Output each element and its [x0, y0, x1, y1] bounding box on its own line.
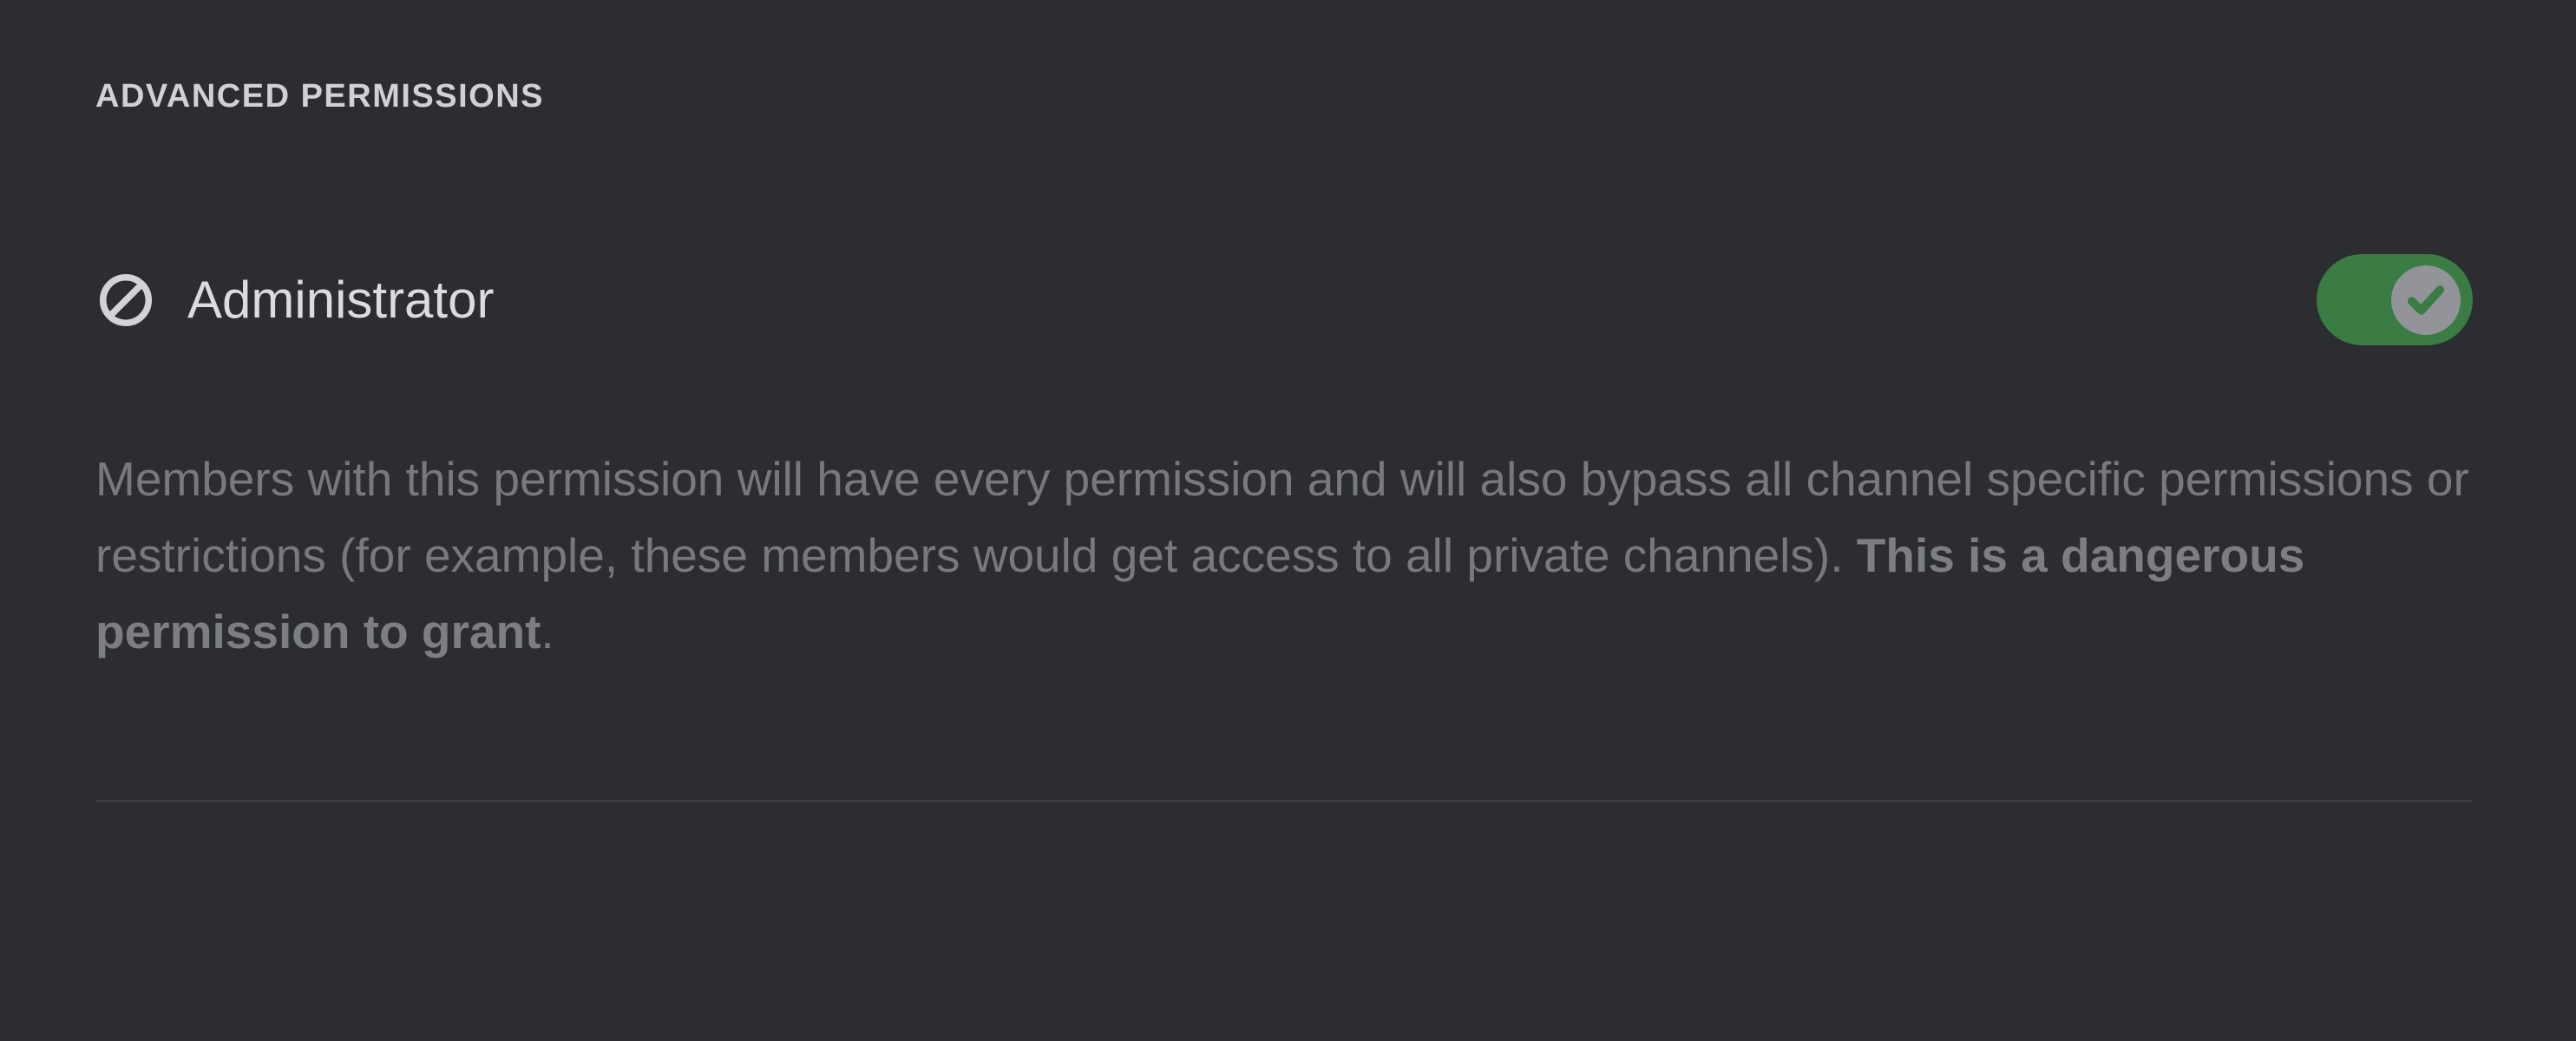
permission-title: Administrator: [187, 270, 494, 330]
section-header: Advanced Permissions: [95, 78, 2481, 115]
check-icon: [2403, 278, 2448, 323]
administrator-toggle[interactable]: [2317, 254, 2473, 345]
toggle-knob: [2391, 265, 2461, 335]
permission-title-group: Administrator: [95, 270, 494, 331]
divider: [95, 800, 2473, 802]
permission-item-administrator: Administrator Members with this permissi…: [95, 254, 2473, 802]
prohibit-icon: [95, 270, 156, 331]
permission-description: Members with this permission will have e…: [95, 441, 2473, 670]
description-text-end: .: [541, 605, 554, 658]
permission-row: Administrator: [95, 254, 2473, 345]
